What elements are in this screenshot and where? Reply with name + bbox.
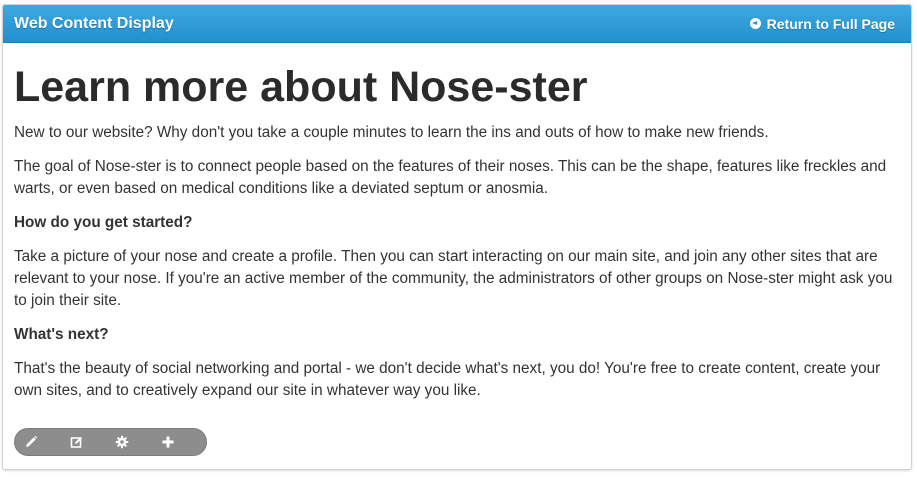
content-edit-toolbar [14,428,207,456]
gear-icon [115,435,129,449]
article-content: Learn more about Nose-ster New to our we… [3,43,911,402]
return-link-label: Return to Full Page [766,15,895,32]
intro-paragraph: New to our website? Why don't you take a… [14,124,769,141]
web-content-portlet: Web Content Display Return to Full Page … [2,4,912,470]
edit-box-icon [70,437,82,448]
portlet-topbar: Web Content Display Return to Full Page [3,5,911,43]
article-title: Learn more about Nose-ster [14,63,588,111]
return-to-full-page-link[interactable]: Return to Full Page [749,15,895,32]
configuration-button[interactable] [115,429,161,455]
whats-next-heading: What's next? [14,326,109,343]
portlet-title: Web Content Display [14,14,174,32]
pencil-icon [26,435,38,447]
edit-template-button[interactable] [70,429,116,455]
add-button[interactable] [161,429,207,455]
getting-started-heading: How do you get started? [14,214,193,231]
back-arrow-icon [749,18,761,29]
goal-paragraph: The goal of Nose-ster is to connect peop… [14,158,887,197]
plus-icon [162,436,173,448]
edit-button[interactable] [24,429,70,455]
whats-next-paragraph: That's the beauty of social networking a… [14,360,881,399]
getting-started-paragraph: Take a picture of your nose and create a… [14,248,893,309]
